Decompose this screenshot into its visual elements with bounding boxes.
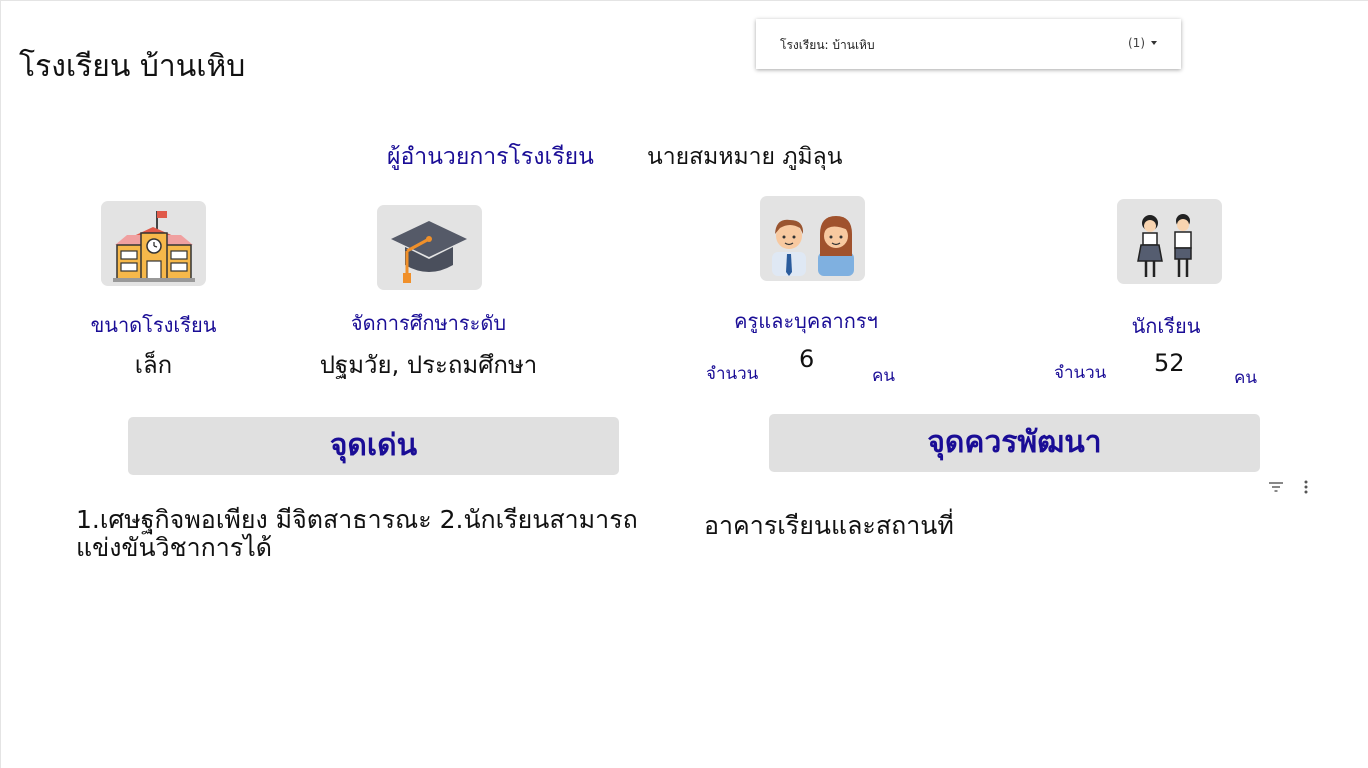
strengths-text: 1.เศษฐกิจพอเพียง มีจิตสาธารณะ 2.นักเรียน… [76, 505, 638, 562]
education-level-value: ปฐมวัย, ประถมศึกษา [319, 351, 538, 379]
school-size-label: ขนาดโรงเรียน [90, 313, 217, 337]
school-building-icon [101, 201, 206, 286]
filter-count: (1) [1128, 36, 1145, 50]
page-title: โรงเรียน บ้านเหิบ [19, 49, 246, 84]
caret-down-icon[interactable] [1151, 41, 1157, 45]
students-count-label: จำนวน [1054, 363, 1107, 383]
teachers-label: ครูและบุคลากรฯ [734, 309, 878, 333]
school-filter-dropdown[interactable]: โรงเรียน: บ้านเหิบ (1) [756, 19, 1181, 69]
more-options-icon[interactable] [1297, 478, 1315, 500]
teachers-icon [760, 196, 865, 281]
teachers-unit: คน [872, 366, 895, 386]
teachers-count-label: จำนวน [706, 364, 759, 384]
students-count-value: 52 [1154, 349, 1185, 377]
students-unit: คน [1234, 368, 1257, 388]
filter-label: โรงเรียน: บ้านเหิบ [780, 38, 875, 52]
students-icon [1117, 199, 1222, 284]
director-name: นายสมหมาย ภูมิลุน [647, 144, 843, 170]
improvements-header: จุดควรพัฒนา [769, 414, 1260, 472]
improvements-text: อาคารเรียนและสถานที่ [704, 511, 954, 540]
graduation-cap-icon [377, 205, 482, 290]
education-level-label: จัดการศึกษาระดับ [350, 311, 507, 335]
students-label: นักเรียน [1131, 314, 1201, 338]
filter-icon[interactable] [1267, 478, 1285, 500]
director-label: ผู้อำนวยการโรงเรียน [387, 144, 594, 170]
school-size-value: เล็ก [134, 351, 173, 379]
strengths-header: จุดเด่น [128, 417, 619, 475]
teachers-count-value: 6 [799, 345, 815, 373]
